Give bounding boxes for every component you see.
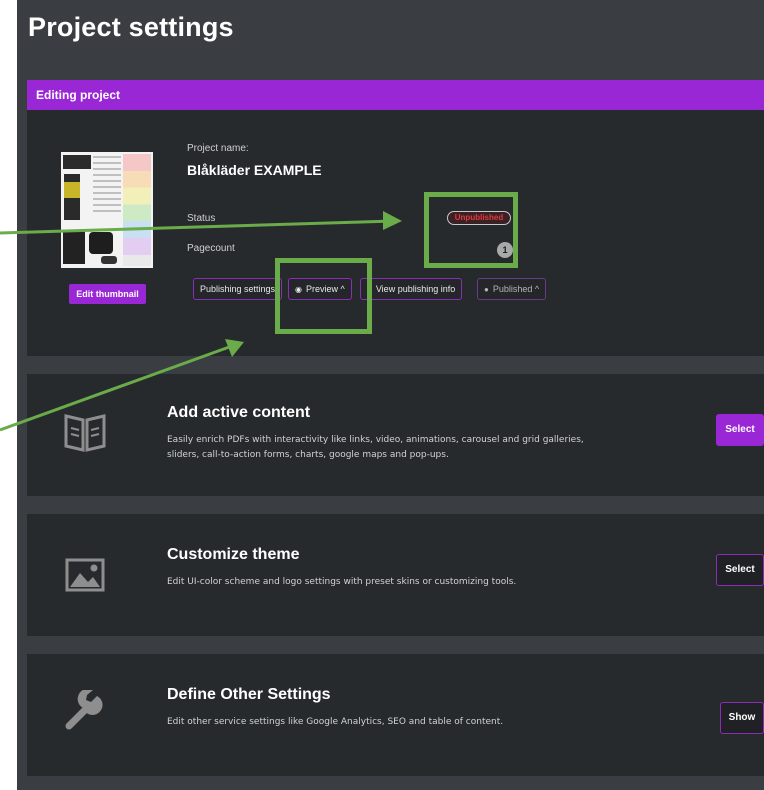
pagecount-label: Pagecount — [187, 243, 235, 254]
image-icon — [65, 558, 105, 592]
published-button[interactable]: ● Published ^ — [477, 278, 547, 300]
published-label: Published ^ — [492, 284, 540, 294]
project-panel: Edit thumbnail Project name: Blåkläder E… — [27, 110, 764, 356]
card-description: Easily enrich PDFs with interactivity li… — [167, 435, 584, 460]
card-title: Define Other Settings — [167, 686, 331, 703]
show-other-settings-button[interactable]: Show — [720, 702, 764, 734]
card-description: Edit other service settings like Google … — [167, 717, 504, 727]
select-active-content-button[interactable]: Select — [716, 414, 764, 446]
status-label: Status — [187, 213, 216, 224]
card-title: Add active content — [167, 404, 311, 421]
project-name-label: Project name: — [187, 143, 249, 154]
card-description: Edit UI-color scheme and logo settings w… — [167, 577, 517, 587]
project-thumbnail — [61, 152, 153, 268]
page-title: Project settings — [28, 12, 234, 42]
publishing-settings-label: Publishing settings — [200, 284, 276, 294]
annotation-preview-highlight — [275, 258, 372, 334]
annotation-status-highlight — [424, 192, 518, 268]
view-publishing-info-button[interactable]: ● View publishing info — [360, 278, 463, 300]
editing-project-bar: Editing project — [27, 80, 764, 110]
globe-icon: ● — [484, 284, 489, 294]
card-title: Customize theme — [167, 546, 300, 563]
project-name: Blåkläder EXAMPLE — [187, 162, 322, 178]
select-theme-button[interactable]: Select — [716, 554, 764, 586]
customize-theme-card: Customize theme Edit UI-color scheme and… — [27, 514, 764, 636]
publishing-settings-button[interactable]: Publishing settings — [193, 278, 283, 300]
wrench-icon — [65, 690, 103, 730]
add-active-content-card: Add active content Easily enrich PDFs wi… — [27, 374, 764, 496]
editing-project-label: Editing project — [36, 88, 120, 102]
book-icon — [64, 414, 106, 452]
app-window: Project settings Editing project Edit th… — [17, 0, 764, 790]
define-other-settings-card: Define Other Settings Edit other service… — [27, 654, 764, 776]
edit-thumbnail-button[interactable]: Edit thumbnail — [69, 284, 146, 304]
view-publishing-info-label: View publishing info — [375, 284, 456, 294]
